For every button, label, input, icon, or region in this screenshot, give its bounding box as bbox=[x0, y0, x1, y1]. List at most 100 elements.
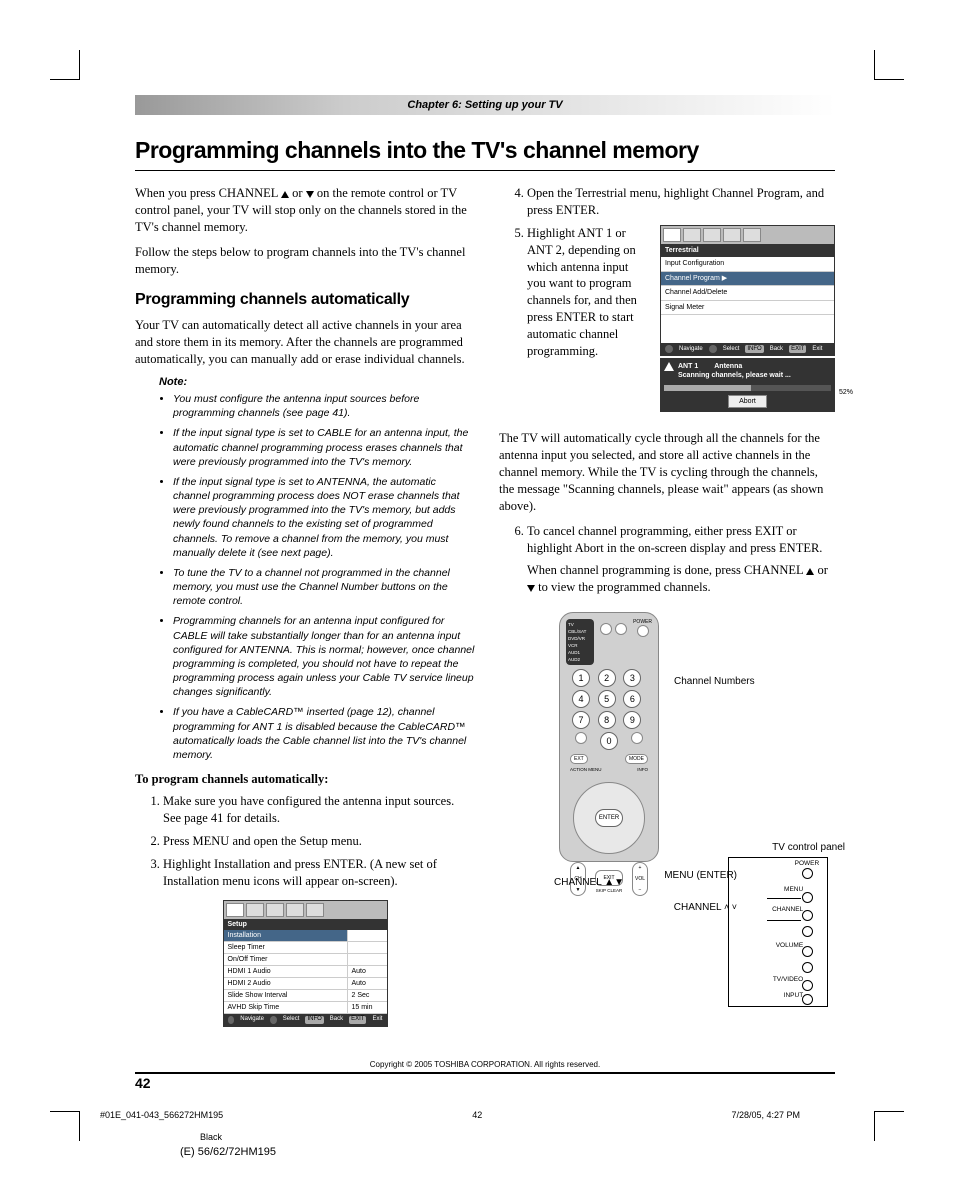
num-8: 8 bbox=[598, 711, 616, 729]
tv-control-panel: POWER MENU CHANNEL VOLUME TV/VIDEO bbox=[728, 857, 828, 1007]
select-icon bbox=[709, 345, 717, 353]
right-para-after-5: The TV will automatically cycle through … bbox=[499, 430, 835, 514]
panel-volume-down-button bbox=[802, 962, 813, 973]
remote-illustration: TV CBL/SAT DVD/VR VCR AUD1 AUD2 PO bbox=[499, 612, 835, 862]
intro-para-2: Follow the steps below to program channe… bbox=[135, 244, 475, 278]
steps-list-right-6: To cancel channel programming, either pr… bbox=[527, 523, 835, 597]
note-title: Note: bbox=[159, 376, 475, 388]
menu-footer: Navigate Select INFOBack EXITExit bbox=[661, 343, 834, 355]
footer-page-mid: 42 bbox=[472, 1110, 482, 1120]
num-6: 6 bbox=[623, 690, 641, 708]
volume-rocker: +VOL− bbox=[632, 862, 648, 896]
intro-para-1: When you press CHANNEL or on the remote … bbox=[135, 185, 475, 236]
callout-menu-enter: MENU (ENTER) bbox=[664, 870, 737, 881]
scan-status-box: ANT 1 Antenna Scanning channels, please … bbox=[660, 358, 835, 412]
page-number: 42 bbox=[135, 1075, 151, 1091]
subhead-auto: To program channels automatically: bbox=[135, 772, 475, 787]
rtn-button bbox=[631, 732, 643, 744]
step-item: Open the Terrestrial menu, highlight Cha… bbox=[527, 185, 835, 219]
callout-channel-panel: CHANNEL ˄ ˅ bbox=[674, 902, 737, 913]
num-0: 0 bbox=[600, 732, 618, 750]
menu-footer: Navigate Select INFOBack EXITExit bbox=[224, 1014, 387, 1026]
panel-power-button bbox=[802, 868, 813, 879]
menu-tab-row bbox=[224, 901, 387, 919]
skip-clear-label: SKIP CLEAR bbox=[595, 888, 623, 893]
panel-channel-label: CHANNEL bbox=[772, 906, 803, 913]
number-pad: 1 2 3 4 5 6 7 8 9 bbox=[566, 669, 652, 729]
steps-list-right: Open the Terrestrial menu, highlight Cha… bbox=[527, 185, 835, 422]
up-arrow-icon bbox=[281, 191, 289, 198]
scan-type: Antenna bbox=[714, 362, 742, 371]
menu-row-channel-program: Channel Program ▶ bbox=[661, 272, 834, 286]
menu-row: HDMI 2 AudioAuto bbox=[224, 978, 387, 990]
back-pill: INFO bbox=[745, 345, 763, 353]
tv-panel-heading: TV control panel bbox=[772, 842, 845, 853]
step-item: Press MENU and open the Setup menu. bbox=[163, 833, 475, 850]
enter-button: ENTER bbox=[595, 809, 623, 827]
note-item: If the input signal type is set to CABLE… bbox=[173, 426, 475, 469]
menu-tab-icon bbox=[226, 903, 244, 917]
page-title: Programming channels into the TV's chann… bbox=[135, 137, 835, 164]
note-list: You must configure the antenna input sou… bbox=[173, 392, 475, 762]
steps-list-left: Make sure you have configured the antenn… bbox=[163, 793, 475, 889]
scan-message: Scanning channels, please wait ... bbox=[664, 371, 831, 380]
footer-model: (E) 56/62/72HM195 bbox=[180, 1146, 276, 1158]
step-item: Terrestrial Input Configuration Channel … bbox=[527, 225, 835, 423]
pip-button bbox=[600, 623, 612, 635]
down-arrow-icon bbox=[306, 191, 314, 198]
sleep-button bbox=[615, 623, 627, 635]
scan-abort-row: Abort bbox=[664, 395, 831, 408]
num-7: 7 bbox=[572, 711, 590, 729]
menu-tab-row bbox=[661, 226, 834, 244]
back-pill: INFO bbox=[305, 1016, 323, 1024]
menu-tab-icon bbox=[723, 228, 741, 242]
callout-channel-numbers: Channel Numbers bbox=[674, 676, 755, 687]
panel-tvvideo-button bbox=[802, 980, 813, 991]
exit-pill: EXIT bbox=[789, 345, 806, 353]
panel-input-button bbox=[802, 994, 813, 1005]
menu-tab-icon bbox=[246, 903, 264, 917]
panel-menu-button bbox=[802, 892, 813, 903]
panel-channel-down-button bbox=[802, 926, 813, 937]
section-heading-auto: Programming channels automatically bbox=[135, 291, 475, 309]
scan-progress-bar: 52% bbox=[664, 385, 831, 391]
nav-icon bbox=[228, 1016, 235, 1024]
abort-button: Abort bbox=[728, 395, 767, 408]
power-button bbox=[637, 625, 649, 637]
remote-body: TV CBL/SAT DVD/VR VCR AUD1 AUD2 PO bbox=[559, 612, 659, 862]
down-arrow-icon bbox=[527, 585, 535, 592]
note-item: If the input signal type is set to ANTEN… bbox=[173, 475, 475, 560]
num-5: 5 bbox=[598, 690, 616, 708]
menu-row: AVHD Skip Time15 min bbox=[224, 1002, 387, 1014]
num-4: 4 bbox=[572, 690, 590, 708]
auto-para: Your TV can automatically detect all act… bbox=[135, 317, 475, 368]
note-item: You must configure the antenna input sou… bbox=[173, 392, 475, 420]
scan-progress-fill bbox=[664, 385, 751, 391]
menu-tab-icon bbox=[266, 903, 284, 917]
num-3: 3 bbox=[623, 669, 641, 687]
menu-row: Input Configuration bbox=[661, 257, 834, 271]
crop-mark bbox=[874, 50, 904, 80]
note-item: If you have a CableCARD™ inserted (page … bbox=[173, 705, 475, 762]
panel-power-label: POWER bbox=[795, 860, 820, 867]
mode-selector: TV CBL/SAT DVD/VR VCR AUD1 AUD2 bbox=[566, 619, 594, 665]
title-rule bbox=[135, 170, 835, 171]
select-icon bbox=[270, 1016, 277, 1024]
num-1: 1 bbox=[572, 669, 590, 687]
menu-title: Terrestrial bbox=[661, 244, 834, 257]
menu-row: Signal Meter bbox=[661, 301, 834, 315]
step-item: Highlight Installation and press ENTER. … bbox=[163, 856, 475, 890]
mode-button: MODE bbox=[625, 754, 648, 764]
action-menu-label: ACTION MENU bbox=[570, 767, 602, 772]
menu-tab-icon bbox=[286, 903, 304, 917]
menu-row: On/Off Timer bbox=[224, 954, 387, 966]
step-5-text: Highlight ANT 1 or ANT 2, depending on w… bbox=[527, 226, 637, 358]
menu-row: Sleep Timer bbox=[224, 942, 387, 954]
menu-tab-icon bbox=[683, 228, 701, 242]
panel-input-label: INPUT bbox=[784, 992, 804, 999]
menu-row: HDMI 1 AudioAuto bbox=[224, 966, 387, 978]
scan-ant: ANT 1 bbox=[678, 362, 698, 371]
panel-tvvideo-label: TV/VIDEO bbox=[773, 976, 803, 983]
footer-file: #01E_041-043_566272HM195 bbox=[100, 1110, 223, 1120]
step-item: Make sure you have configured the antenn… bbox=[163, 793, 475, 827]
